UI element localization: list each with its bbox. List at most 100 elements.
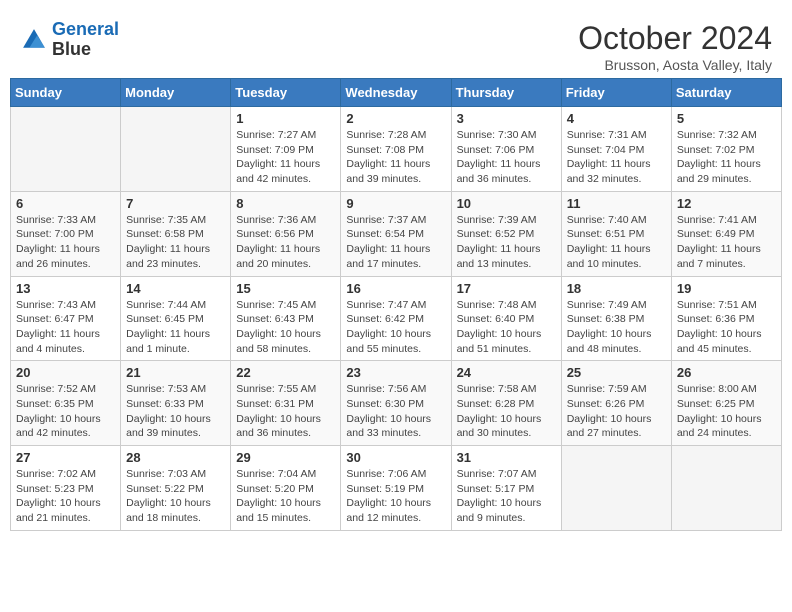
calendar-table: SundayMondayTuesdayWednesdayThursdayFrid… (10, 78, 782, 531)
day-info: Sunrise: 7:51 AM Sunset: 6:36 PM Dayligh… (677, 298, 776, 357)
day-info: Sunrise: 7:32 AM Sunset: 7:02 PM Dayligh… (677, 128, 776, 187)
day-info: Sunrise: 7:06 AM Sunset: 5:19 PM Dayligh… (346, 467, 445, 526)
calendar-cell: 7 Sunrise: 7:35 AM Sunset: 6:58 PM Daylig… (121, 191, 231, 276)
day-info: Sunrise: 7:53 AM Sunset: 6:33 PM Dayligh… (126, 382, 225, 441)
calendar-cell: 5 Sunrise: 7:32 AM Sunset: 7:02 PM Daylig… (671, 107, 781, 192)
day-info: Sunrise: 7:41 AM Sunset: 6:49 PM Dayligh… (677, 213, 776, 272)
week-row-5: 27 Sunrise: 7:02 AM Sunset: 5:23 PM Dayli… (11, 446, 782, 531)
week-row-1: 1Sunrise: 7:27 AM Sunset: 7:09 PM Daylig… (11, 107, 782, 192)
day-number: 5 (677, 111, 776, 126)
day-number: 26 (677, 365, 776, 380)
calendar-cell: 11 Sunrise: 7:40 AM Sunset: 6:51 PM Dayli… (561, 191, 671, 276)
day-number: 7 (126, 196, 225, 211)
day-info: Sunrise: 7:03 AM Sunset: 5:22 PM Dayligh… (126, 467, 225, 526)
day-number: 12 (677, 196, 776, 211)
day-info: Sunrise: 8:00 AM Sunset: 6:25 PM Dayligh… (677, 382, 776, 441)
calendar-cell: 13 Sunrise: 7:43 AM Sunset: 6:47 PM Dayli… (11, 276, 121, 361)
calendar-cell: 18 Sunrise: 7:49 AM Sunset: 6:38 PM Dayli… (561, 276, 671, 361)
day-number: 9 (346, 196, 445, 211)
day-info: Sunrise: 7:47 AM Sunset: 6:42 PM Dayligh… (346, 298, 445, 357)
calendar-cell: 25Sunrise: 7:59 AM Sunset: 6:26 PM Dayli… (561, 361, 671, 446)
day-info: Sunrise: 7:44 AM Sunset: 6:45 PM Dayligh… (126, 298, 225, 357)
calendar-cell (671, 446, 781, 531)
logo-general: General (52, 19, 119, 39)
calendar-cell: 2Sunrise: 7:28 AM Sunset: 7:08 PM Daylig… (341, 107, 451, 192)
day-number: 28 (126, 450, 225, 465)
calendar-cell: 16 Sunrise: 7:47 AM Sunset: 6:42 PM Dayli… (341, 276, 451, 361)
day-number: 10 (457, 196, 556, 211)
calendar-cell: 31 Sunrise: 7:07 AM Sunset: 5:17 PM Dayli… (451, 446, 561, 531)
day-number: 14 (126, 281, 225, 296)
day-number: 29 (236, 450, 335, 465)
calendar-cell: 19 Sunrise: 7:51 AM Sunset: 6:36 PM Dayli… (671, 276, 781, 361)
day-number: 4 (567, 111, 666, 126)
day-number: 1 (236, 111, 335, 126)
day-info: Sunrise: 7:49 AM Sunset: 6:38 PM Dayligh… (567, 298, 666, 357)
day-number: 6 (16, 196, 115, 211)
calendar-cell (11, 107, 121, 192)
day-info: Sunrise: 7:40 AM Sunset: 6:51 PM Dayligh… (567, 213, 666, 272)
calendar-cell: 4 Sunrise: 7:31 AM Sunset: 7:04 PM Daylig… (561, 107, 671, 192)
day-info: Sunrise: 7:43 AM Sunset: 6:47 PM Dayligh… (16, 298, 115, 357)
calendar-cell: 17Sunrise: 7:48 AM Sunset: 6:40 PM Dayli… (451, 276, 561, 361)
weekday-header-saturday: Saturday (671, 79, 781, 107)
calendar-cell: 20 Sunrise: 7:52 AM Sunset: 6:35 PM Dayli… (11, 361, 121, 446)
day-number: 13 (16, 281, 115, 296)
day-info: Sunrise: 7:39 AM Sunset: 6:52 PM Dayligh… (457, 213, 556, 272)
day-number: 20 (16, 365, 115, 380)
calendar-cell: 29 Sunrise: 7:04 AM Sunset: 5:20 PM Dayli… (231, 446, 341, 531)
day-info: Sunrise: 7:59 AM Sunset: 6:26 PM Dayligh… (567, 382, 666, 441)
calendar-cell: 6Sunrise: 7:33 AM Sunset: 7:00 PM Daylig… (11, 191, 121, 276)
day-number: 19 (677, 281, 776, 296)
month-title: October 2024 (578, 20, 772, 57)
calendar-cell: 9 Sunrise: 7:37 AM Sunset: 6:54 PM Daylig… (341, 191, 451, 276)
weekday-header-friday: Friday (561, 79, 671, 107)
calendar-cell (561, 446, 671, 531)
day-number: 16 (346, 281, 445, 296)
page-header: General Blue October 2024 Brusson, Aosta… (10, 10, 782, 78)
day-number: 2 (346, 111, 445, 126)
calendar-cell: 30 Sunrise: 7:06 AM Sunset: 5:19 PM Dayli… (341, 446, 451, 531)
title-block: October 2024 Brusson, Aosta Valley, Ital… (578, 20, 772, 73)
week-row-3: 13 Sunrise: 7:43 AM Sunset: 6:47 PM Dayli… (11, 276, 782, 361)
logo: General Blue (20, 20, 119, 60)
day-number: 24 (457, 365, 556, 380)
day-info: Sunrise: 7:45 AM Sunset: 6:43 PM Dayligh… (236, 298, 335, 357)
day-number: 11 (567, 196, 666, 211)
day-info: Sunrise: 7:35 AM Sunset: 6:58 PM Dayligh… (126, 213, 225, 272)
calendar-cell: 21 Sunrise: 7:53 AM Sunset: 6:33 PM Dayli… (121, 361, 231, 446)
day-info: Sunrise: 7:55 AM Sunset: 6:31 PM Dayligh… (236, 382, 335, 441)
day-number: 30 (346, 450, 445, 465)
day-number: 15 (236, 281, 335, 296)
day-number: 27 (16, 450, 115, 465)
day-info: Sunrise: 7:30 AM Sunset: 7:06 PM Dayligh… (457, 128, 556, 187)
day-number: 3 (457, 111, 556, 126)
calendar-cell: 1Sunrise: 7:27 AM Sunset: 7:09 PM Daylig… (231, 107, 341, 192)
calendar-cell: 12 Sunrise: 7:41 AM Sunset: 6:49 PM Dayli… (671, 191, 781, 276)
day-info: Sunrise: 7:07 AM Sunset: 5:17 PM Dayligh… (457, 467, 556, 526)
day-number: 22 (236, 365, 335, 380)
calendar-cell: 26 Sunrise: 8:00 AM Sunset: 6:25 PM Dayli… (671, 361, 781, 446)
calendar-cell: 28 Sunrise: 7:03 AM Sunset: 5:22 PM Dayli… (121, 446, 231, 531)
day-info: Sunrise: 7:04 AM Sunset: 5:20 PM Dayligh… (236, 467, 335, 526)
logo-blue-word: Blue (52, 40, 119, 60)
calendar-cell: 27 Sunrise: 7:02 AM Sunset: 5:23 PM Dayli… (11, 446, 121, 531)
weekday-header-tuesday: Tuesday (231, 79, 341, 107)
logo-text: General Blue (52, 20, 119, 60)
logo-icon (20, 26, 48, 54)
day-number: 23 (346, 365, 445, 380)
day-number: 18 (567, 281, 666, 296)
day-info: Sunrise: 7:31 AM Sunset: 7:04 PM Dayligh… (567, 128, 666, 187)
weekday-header-thursday: Thursday (451, 79, 561, 107)
day-info: Sunrise: 7:52 AM Sunset: 6:35 PM Dayligh… (16, 382, 115, 441)
calendar-cell: 14 Sunrise: 7:44 AM Sunset: 6:45 PM Dayli… (121, 276, 231, 361)
calendar-cell: 3 Sunrise: 7:30 AM Sunset: 7:06 PM Daylig… (451, 107, 561, 192)
day-number: 8 (236, 196, 335, 211)
day-info: Sunrise: 7:37 AM Sunset: 6:54 PM Dayligh… (346, 213, 445, 272)
day-number: 21 (126, 365, 225, 380)
day-number: 31 (457, 450, 556, 465)
weekday-header-wednesday: Wednesday (341, 79, 451, 107)
calendar-cell: 10 Sunrise: 7:39 AM Sunset: 6:52 PM Dayli… (451, 191, 561, 276)
day-info: Sunrise: 7:02 AM Sunset: 5:23 PM Dayligh… (16, 467, 115, 526)
weekday-header-monday: Monday (121, 79, 231, 107)
